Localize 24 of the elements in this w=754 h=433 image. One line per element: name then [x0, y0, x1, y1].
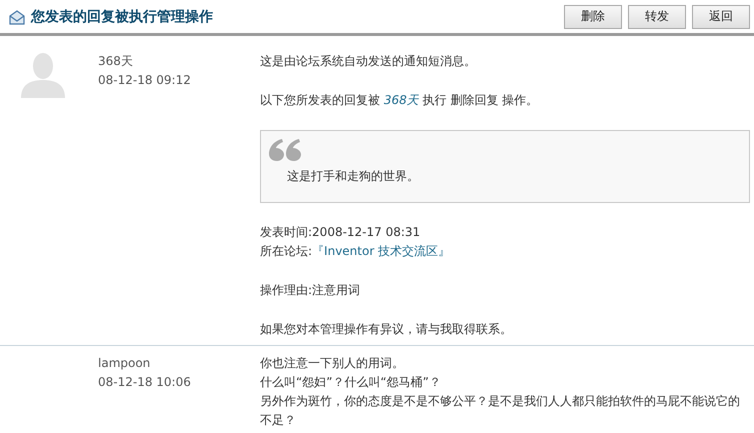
toolbar-button[interactable]: 转发 — [628, 4, 686, 28]
message-text: 这是由论坛系统自动发送的通知短消息。 — [260, 53, 477, 70]
post-time: 08-12-18 09:12 — [98, 72, 192, 89]
user-link[interactable]: 368天 — [384, 93, 419, 107]
field-value: 2008-12-17 08:31 — [312, 225, 420, 239]
field-value: 注意用词 — [312, 283, 360, 297]
post-time: 08-12-18 10:06 — [98, 374, 192, 391]
field-label: 发表时间: — [260, 225, 312, 239]
quote-icon — [269, 139, 301, 161]
quote-text: 这是打手和走狗的世界。 — [286, 168, 420, 185]
toolbar-button[interactable]: 删除 — [564, 4, 622, 28]
toolbar-button[interactable]: 返回 — [692, 4, 750, 28]
action-sentence: 以下您所发表的回复被 368天 执行 删除回复 操作。 — [260, 92, 540, 109]
forum-link[interactable]: 『Inventor 技术交流区』 — [312, 244, 450, 258]
reply-text: 另外作为斑竹，你的态度是不是不够公平？是不是我们人人都只能拍软件的马屁不能说它的不足？ — [260, 393, 741, 429]
reply-text: 你也注意一下别人的用词。 — [260, 355, 405, 372]
author-name: lampoon — [98, 355, 152, 372]
envelope-icon — [8, 8, 26, 24]
reply-text: 什么叫“怨妇”？什么叫“怨马桶”？ — [260, 374, 442, 391]
message-text: 如果您对本管理操作有异议，请与我取得联系。 — [260, 321, 513, 338]
field-label: 操作理由: — [260, 283, 312, 297]
author-name: 368天 — [98, 53, 134, 70]
page-title: 您发表的回复被执行管理操作 — [31, 8, 213, 26]
field-label: 所在论坛: — [260, 244, 312, 258]
